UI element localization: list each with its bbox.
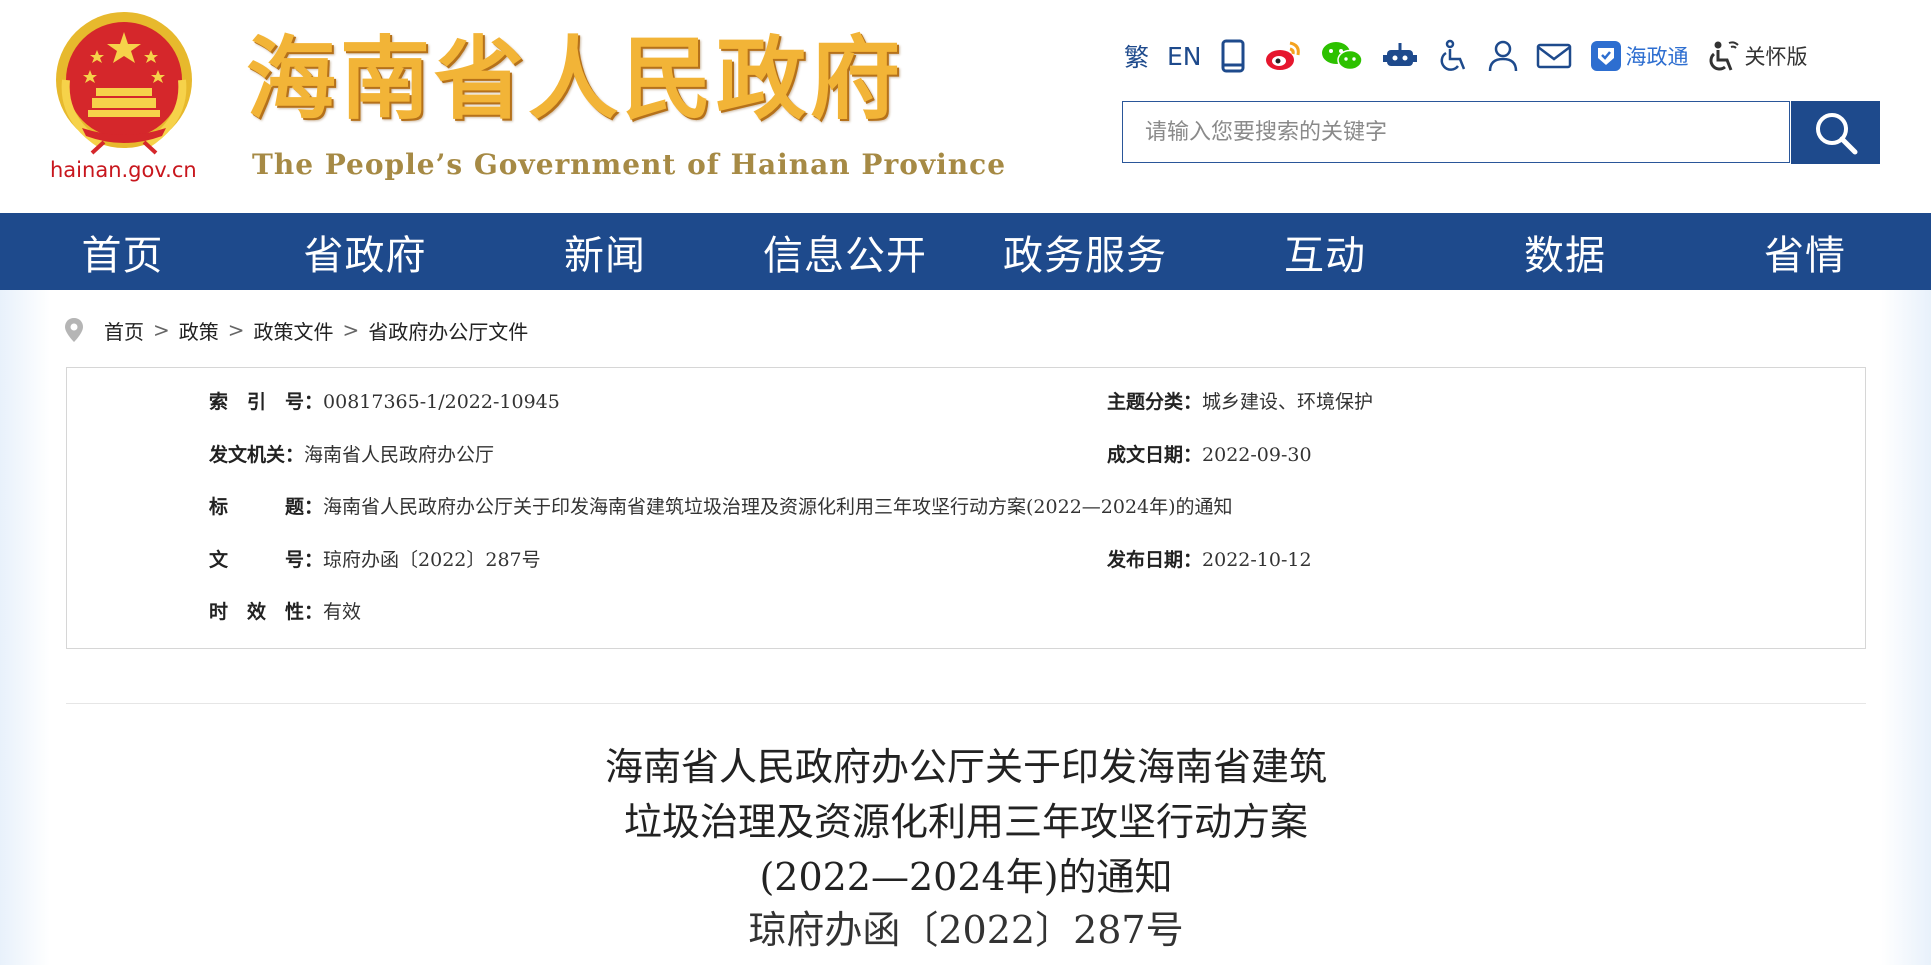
traditional-chinese-link[interactable]: 繁 [1124,36,1149,76]
site-header: hainan.gov.cn 海南省人民政府 The People’s Gover… [0,0,1931,213]
meta-validity-value: 有效 [323,601,362,623]
search-icon [1815,112,1857,154]
breadcrumb: 首页 > 政策 > 政策文件 > 省政府办公厅文件 [64,312,528,348]
meta-issuer: 发文机关：海南省人民政府办公厅 [209,444,495,466]
section-divider [66,703,1866,704]
top-toolbar: 繁 EN 海政通 关怀版 [1124,36,1826,76]
site-title[interactable]: 海南省人民政府 [246,24,904,134]
english-link[interactable]: EN [1167,36,1202,76]
hzt-icon [1590,41,1621,71]
document-title-line: (2022—2024年)的通知 [759,855,1173,899]
meta-created-date: 成文日期：2022-09-30 [1107,444,1312,466]
meta-issuer-value: 海南省人民政府办公厅 [304,444,495,466]
meta-published-date-value: 2022-10-12 [1202,549,1312,571]
search-button[interactable] [1791,101,1880,164]
nav-item-interaction[interactable]: 互动 [1205,223,1445,281]
meta-published-date: 发布日期：2022-10-12 [1107,549,1312,571]
breadcrumb-policy[interactable]: 政策 [179,316,219,345]
breadcrumb-policy-documents[interactable]: 政策文件 [254,316,334,345]
care-mode-icon [1709,41,1739,71]
chevron-right-icon: > [153,318,170,342]
meta-created-date-value: 2022-09-30 [1202,444,1312,466]
meta-doc-no-value: 琼府办函〔2022〕287号 [323,549,541,571]
mobile-icon[interactable] [1220,36,1246,76]
document-title-line: 海南省人民政府办公厅关于印发海南省建筑 [604,745,1327,789]
nav-item-home[interactable]: 首页 [0,223,245,281]
wechat-icon[interactable] [1320,36,1364,76]
document-number: 琼府办函〔2022〕287号 [748,908,1184,952]
location-pin-icon [65,318,83,342]
meta-topic-value: 城乡建设、环境保护 [1202,391,1374,413]
robot-icon[interactable] [1382,36,1418,76]
meta-index-no-value: 00817365-1/2022-10945 [323,391,560,413]
nav-item-information-disclosure[interactable]: 信息公开 [725,223,965,281]
accessibility-icon[interactable] [1436,36,1470,76]
breadcrumb-home[interactable]: 首页 [104,316,144,345]
meta-title-value: 海南省人民政府办公厅关于印发海南省建筑垃圾治理及资源化利用三年攻坚行动方案(20… [323,496,1233,518]
chevron-right-icon: > [342,318,360,342]
document-metadata-box: 索引号：00817365-1/2022-10945 主题分类：城乡建设、环境保护… [66,367,1866,649]
search-box [1122,101,1790,163]
mail-icon[interactable] [1536,36,1572,76]
nav-item-news[interactable]: 新闻 [485,223,725,281]
document-title: 海南省人民政府办公厅关于印发海南省建筑 垃圾治理及资源化利用三年攻坚行动方案 (… [466,740,1466,905]
weibo-icon[interactable] [1264,36,1302,76]
user-icon[interactable] [1488,36,1518,76]
main-nav: 首页 省政府 新闻 信息公开 政务服务 互动 数据 省情 [0,213,1931,290]
nav-item-government-services[interactable]: 政务服务 [965,223,1205,281]
nav-item-provincial-government[interactable]: 省政府 [245,223,485,281]
nav-item-province-overview[interactable]: 省情 [1685,223,1925,281]
meta-validity: 时效性：有效 [209,601,362,623]
meta-index-no: 索引号：00817365-1/2022-10945 [209,391,560,413]
national-emblem-logo[interactable] [52,10,197,155]
nav-item-data[interactable]: 数据 [1445,223,1685,281]
hzt-link[interactable]: 海政通 [1590,36,1689,76]
site-subtitle: The People’s Government of Hainan Provin… [252,148,1007,181]
meta-title: 标题：海南省人民政府办公厅关于印发海南省建筑垃圾治理及资源化利用三年攻坚行动方案… [209,496,1233,518]
meta-doc-no: 文号：琼府办函〔2022〕287号 [209,549,541,571]
breadcrumb-office-documents[interactable]: 省政府办公厅文件 [368,316,528,345]
site-domain: hainan.gov.cn [50,158,197,182]
document-title-line: 垃圾治理及资源化利用三年攻坚行动方案 [623,800,1308,844]
search-input[interactable] [1123,102,1789,162]
meta-topic: 主题分类：城乡建设、环境保护 [1107,391,1374,413]
care-mode-link[interactable]: 关怀版 [1707,36,1808,76]
chevron-right-icon: > [227,318,245,342]
